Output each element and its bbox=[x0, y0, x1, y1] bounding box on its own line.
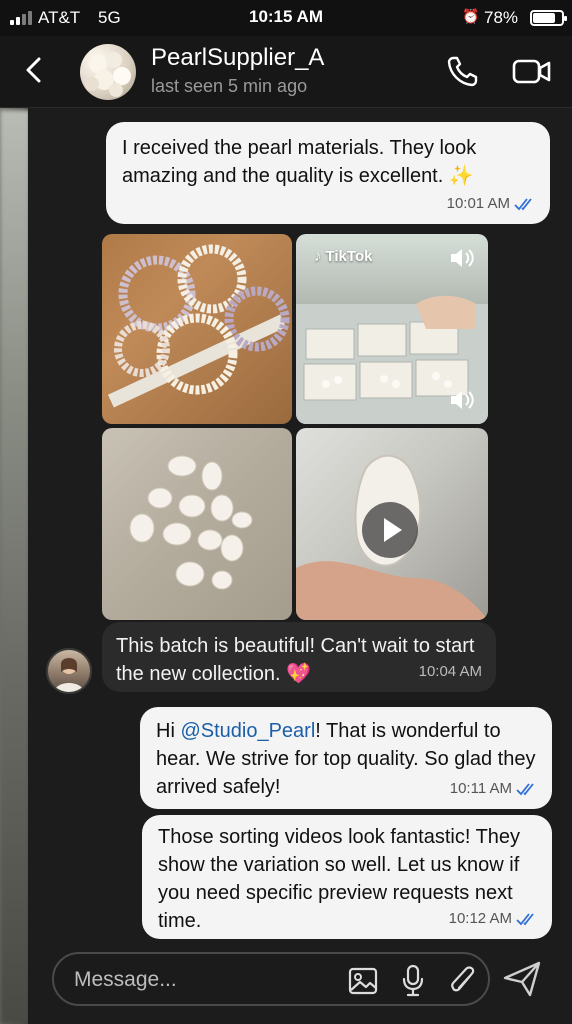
tiktok-badge: ♪ TikTok bbox=[314, 248, 372, 265]
contact-avatar[interactable] bbox=[80, 44, 136, 100]
read-receipt-icon bbox=[514, 198, 532, 211]
sender-avatar[interactable] bbox=[46, 648, 92, 694]
status-bar: AT&T 5G 10:15 AM ⏰ 78% bbox=[0, 0, 572, 36]
back-chevron-icon[interactable] bbox=[22, 56, 46, 84]
message-time: 10:01 AM bbox=[446, 195, 510, 212]
message-time: 10:12 AM bbox=[448, 910, 512, 927]
message-input[interactable]: Message... bbox=[52, 952, 490, 1006]
message-input-placeholder: Message... bbox=[74, 968, 177, 991]
read-receipt-icon bbox=[516, 783, 534, 796]
alarm-icon: ⏰ bbox=[462, 8, 480, 24]
volume-icon[interactable] bbox=[448, 246, 476, 270]
image-icon[interactable] bbox=[348, 966, 378, 996]
video-call-icon[interactable] bbox=[512, 56, 552, 86]
message-time: 10:11 AM bbox=[449, 780, 512, 797]
chat-header: PearlSupplier_A last seen 5 min ago bbox=[0, 36, 572, 108]
send-icon[interactable] bbox=[502, 960, 542, 998]
media-photo-baroque-pearls[interactable] bbox=[102, 428, 292, 620]
user-mention-link[interactable]: @Studio_Pearl bbox=[180, 720, 315, 742]
message-bubble-outgoing[interactable]: Hi @Studio_Pearl! That is wonderful to h… bbox=[140, 707, 552, 809]
message-bubble-outgoing[interactable]: Those sorting videos look fantastic! The… bbox=[142, 815, 552, 939]
background-blur-strip bbox=[0, 110, 30, 1024]
battery-icon bbox=[530, 10, 567, 26]
play-button[interactable] bbox=[362, 502, 418, 558]
paperclip-icon[interactable] bbox=[448, 964, 478, 998]
contact-name[interactable]: PearlSupplier_A bbox=[151, 44, 324, 72]
media-photo-pearl-strands[interactable] bbox=[102, 234, 292, 424]
message-bubble-incoming[interactable]: This batch is beautiful! Can't wait to s… bbox=[102, 622, 496, 692]
message-text: I received the pearl materials. They loo… bbox=[122, 137, 477, 187]
tiktok-icon: ♪ bbox=[314, 248, 322, 265]
microphone-icon[interactable] bbox=[400, 964, 426, 998]
media-video-pearl-in-hand[interactable] bbox=[296, 428, 488, 620]
read-receipt-icon bbox=[516, 913, 534, 926]
battery-percent: 78% bbox=[484, 8, 519, 27]
message-text-prefix: Hi bbox=[156, 720, 181, 742]
message-bubble-outgoing[interactable]: I received the pearl materials. They loo… bbox=[106, 122, 550, 224]
tiktok-label: TikTok bbox=[325, 248, 373, 265]
phone-icon[interactable] bbox=[446, 54, 480, 88]
message-time: 10:04 AM bbox=[418, 663, 482, 680]
last-seen-status: last seen 5 min ago bbox=[151, 76, 308, 96]
volume-icon[interactable] bbox=[448, 388, 476, 412]
media-video-tiktok[interactable]: ♪ TikTok bbox=[296, 234, 488, 424]
